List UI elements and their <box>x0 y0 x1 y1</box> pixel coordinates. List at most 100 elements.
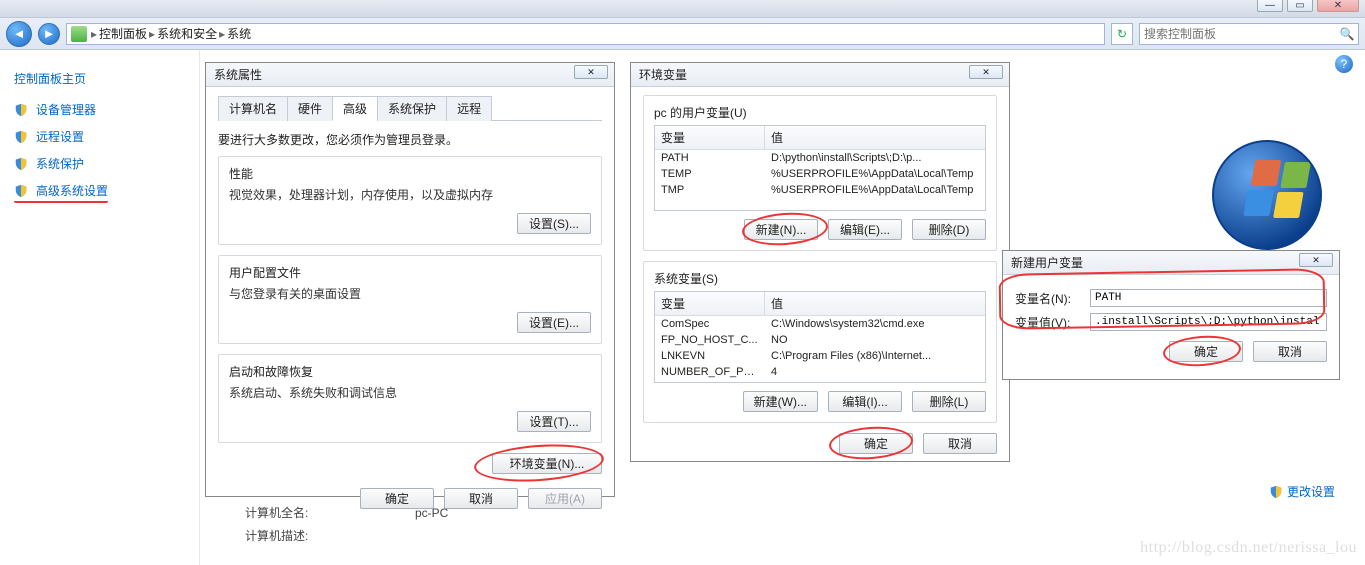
computer-desc-label: 计算机描述: <box>245 527 415 544</box>
ok-button[interactable]: 确定 <box>839 433 913 454</box>
table-row[interactable]: PATHD:\python\install\Scripts\;D:\p... <box>655 150 985 166</box>
variable-name-label: 变量名(N): <box>1015 290 1090 307</box>
close-button[interactable]: ✕ <box>1317 0 1359 12</box>
table-row[interactable]: FP_NO_HOST_C...NO <box>655 332 985 348</box>
cancel-button[interactable]: 取消 <box>444 488 518 509</box>
table-row[interactable]: LNKEVNC:\Program Files (x86)\Internet... <box>655 348 985 364</box>
sidebar-system-protection[interactable]: 系统保护 <box>14 155 185 172</box>
search-box[interactable]: 🔍 <box>1139 23 1359 45</box>
watermark-text: http://blog.csdn.net/nerissa_lou <box>1140 539 1357 557</box>
shield-icon <box>14 157 28 171</box>
sidebar-remote-settings[interactable]: 远程设置 <box>14 128 185 145</box>
table-row[interactable]: NUMBER_OF_PR...4 <box>655 364 985 380</box>
back-button[interactable]: ◄ <box>6 21 32 47</box>
tab-advanced[interactable]: 高级 <box>332 96 378 121</box>
shield-icon <box>1269 485 1283 499</box>
sys-edit-button[interactable]: 编辑(I)... <box>828 391 902 412</box>
ok-button[interactable]: 确定 <box>1169 341 1243 362</box>
variable-value-label: 变量值(V): <box>1015 314 1090 331</box>
sidebar-item-label: 系统保护 <box>36 155 84 172</box>
performance-group: 性能 视觉效果，处理器计划，内存使用，以及虚拟内存 设置(S)... <box>218 156 602 245</box>
tab-system-protection[interactable]: 系统保护 <box>377 96 447 121</box>
table-row[interactable]: TEMP%USERPROFILE%\AppData\Local\Temp <box>655 166 985 182</box>
group-title: 启动和故障恢复 <box>229 363 591 380</box>
search-icon[interactable]: 🔍 <box>1336 23 1358 45</box>
group-title: 性能 <box>229 165 591 182</box>
column-value[interactable]: 值 <box>765 292 985 315</box>
change-settings-link[interactable]: 更改设置 <box>1269 483 1335 500</box>
shield-icon <box>14 103 28 117</box>
variable-value-input[interactable] <box>1090 313 1327 331</box>
window-titlebar: — ▭ ✕ <box>0 0 1365 18</box>
change-settings-label: 更改设置 <box>1287 483 1335 500</box>
table-row[interactable]: ComSpecC:\Windows\system32\cmd.exe <box>655 316 985 332</box>
user-variables-group: pc 的用户变量(U) 变量 值 PATHD:\python\install\S… <box>643 95 997 251</box>
new-user-variable-dialog: 新建用户变量 ✕ 变量名(N): 变量值(V): 确定 取消 <box>1002 250 1340 380</box>
help-icon[interactable]: ? <box>1335 55 1353 73</box>
profiles-settings-button[interactable]: 设置(E)... <box>517 312 591 333</box>
crumb-system-security[interactable]: 系统和安全 <box>157 25 217 42</box>
sidebar-item-label: 高级系统设置 <box>36 182 108 199</box>
user-profiles-group: 用户配置文件 与您登录有关的桌面设置 设置(E)... <box>218 255 602 344</box>
apply-button[interactable]: 应用(A) <box>528 488 602 509</box>
sidebar-home-link[interactable]: 控制面板主页 <box>14 70 185 87</box>
refresh-button[interactable]: ↻ <box>1111 23 1133 45</box>
breadcrumb[interactable]: ▸ 控制面板 ▸ 系统和安全 ▸ 系统 <box>66 23 1105 45</box>
dialog-title: 系统属性 <box>214 66 262 83</box>
user-variables-table[interactable]: 变量 值 PATHD:\python\install\Scripts\;D:\p… <box>654 125 986 211</box>
admin-notice: 要进行大多数更改，您必须作为管理员登录。 <box>218 131 602 148</box>
chevron-right-icon: ▸ <box>149 27 155 41</box>
windows-logo <box>1212 140 1327 255</box>
cancel-button[interactable]: 取消 <box>1253 341 1327 362</box>
sidebar-advanced-system-settings[interactable]: 高级系统设置 <box>14 182 108 203</box>
shield-icon <box>14 130 28 144</box>
maximize-button[interactable]: ▭ <box>1287 0 1313 12</box>
environment-variables-dialog: 环境变量 ✕ pc 的用户变量(U) 变量 值 PATHD:\python\in… <box>630 62 1010 462</box>
group-title: 系统变量(S) <box>654 270 986 287</box>
startup-recovery-group: 启动和故障恢复 系统启动、系统失败和调试信息 设置(T)... <box>218 354 602 443</box>
tab-hardware[interactable]: 硬件 <box>287 96 333 121</box>
sidebar-device-manager[interactable]: 设备管理器 <box>14 101 185 118</box>
column-value[interactable]: 值 <box>765 126 985 149</box>
group-subtitle: 视觉效果，处理器计划，内存使用，以及虚拟内存 <box>229 186 591 203</box>
column-variable[interactable]: 变量 <box>655 292 765 315</box>
sys-new-button[interactable]: 新建(W)... <box>743 391 818 412</box>
tabs: 计算机名 硬件 高级 系统保护 远程 <box>218 95 602 121</box>
column-variable[interactable]: 变量 <box>655 126 765 149</box>
dialog-close-button[interactable]: ✕ <box>969 65 1003 79</box>
crumb-control-panel[interactable]: 控制面板 <box>99 25 147 42</box>
dialog-close-button[interactable]: ✕ <box>574 65 608 79</box>
user-new-button[interactable]: 新建(N)... <box>744 219 818 240</box>
variable-name-input[interactable] <box>1090 289 1327 307</box>
crumb-system[interactable]: 系统 <box>227 25 251 42</box>
group-title: pc 的用户变量(U) <box>654 104 986 121</box>
user-delete-button[interactable]: 删除(D) <box>912 219 986 240</box>
dialog-close-button[interactable]: ✕ <box>1299 253 1333 267</box>
tab-remote[interactable]: 远程 <box>446 96 492 121</box>
cancel-button[interactable]: 取消 <box>923 433 997 454</box>
search-input[interactable] <box>1140 27 1336 41</box>
chevron-right-icon: ▸ <box>91 27 97 41</box>
sidebar-item-label: 远程设置 <box>36 128 84 145</box>
environment-variables-button[interactable]: 环境变量(N)... <box>492 453 602 474</box>
group-subtitle: 与您登录有关的桌面设置 <box>229 285 591 302</box>
system-properties-dialog: 系统属性 ✕ 计算机名 硬件 高级 系统保护 远程 要进行大多数更改，您必须作为… <box>205 62 615 497</box>
sys-delete-button[interactable]: 删除(L) <box>912 391 986 412</box>
group-subtitle: 系统启动、系统失败和调试信息 <box>229 384 591 401</box>
dialog-titlebar: 环境变量 ✕ <box>631 63 1009 87</box>
startup-settings-button[interactable]: 设置(T)... <box>517 411 591 432</box>
system-variables-group: 系统变量(S) 变量 值 ComSpecC:\Windows\system32\… <box>643 261 997 423</box>
minimize-button[interactable]: — <box>1257 0 1283 12</box>
group-title: 用户配置文件 <box>229 264 591 281</box>
ok-button[interactable]: 确定 <box>360 488 434 509</box>
tab-computer-name[interactable]: 计算机名 <box>218 96 288 121</box>
performance-settings-button[interactable]: 设置(S)... <box>517 213 591 234</box>
forward-button[interactable]: ► <box>38 23 60 45</box>
user-edit-button[interactable]: 编辑(E)... <box>828 219 902 240</box>
dialog-title: 环境变量 <box>639 66 687 83</box>
system-variables-table[interactable]: 变量 值 ComSpecC:\Windows\system32\cmd.exeF… <box>654 291 986 383</box>
control-panel-icon <box>71 26 87 42</box>
address-bar: ◄ ► ▸ 控制面板 ▸ 系统和安全 ▸ 系统 ↻ 🔍 <box>0 18 1365 50</box>
left-sidebar: 控制面板主页 设备管理器 远程设置 系统保护 高级系统设置 <box>0 50 200 565</box>
table-row[interactable]: TMP%USERPROFILE%\AppData\Local\Temp <box>655 182 985 198</box>
